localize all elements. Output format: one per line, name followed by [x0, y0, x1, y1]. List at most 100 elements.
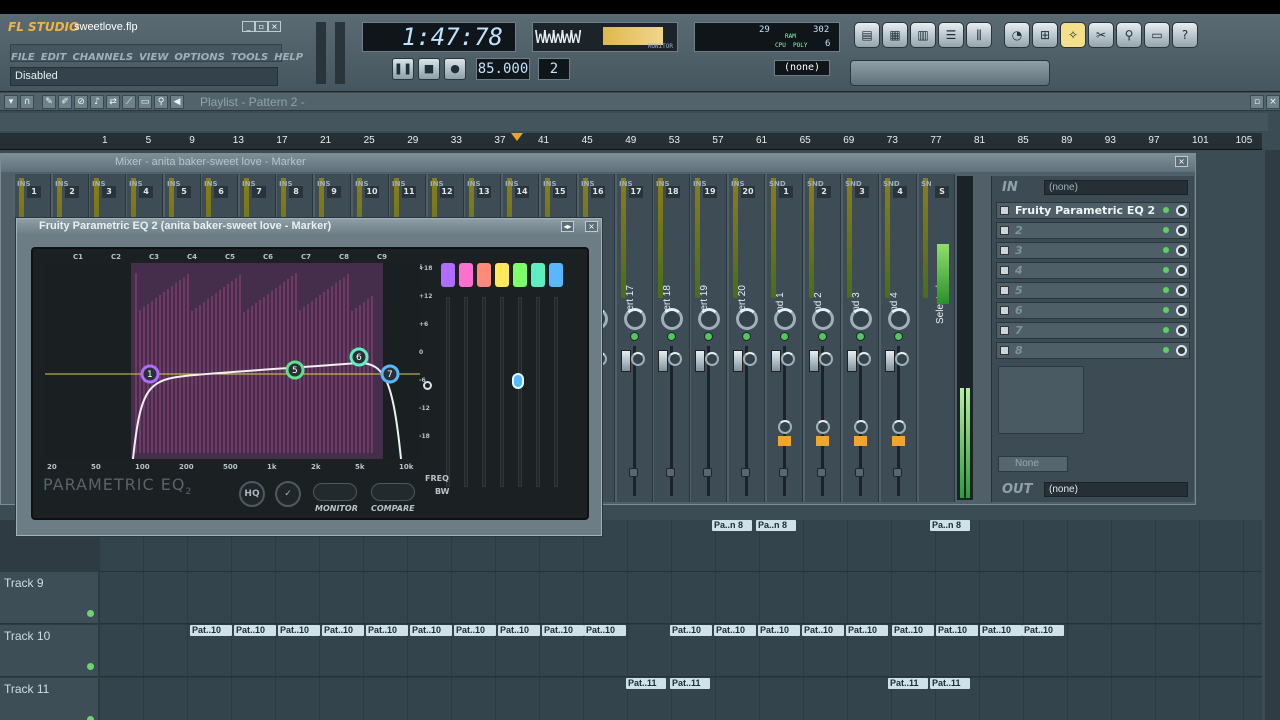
send-knob[interactable] [816, 420, 830, 434]
volume-fader[interactable] [885, 350, 895, 372]
browser-icon[interactable]: ☰ [938, 22, 964, 48]
pattern-clip[interactable]: Pat..10 [802, 625, 844, 636]
mixer-strip[interactable]: SND1Send 1 [767, 174, 803, 502]
strip-led[interactable] [856, 332, 865, 341]
slot-menu-icon[interactable] [1000, 326, 1009, 335]
strip-led[interactable] [630, 332, 639, 341]
stereo-knob[interactable] [705, 352, 719, 366]
slot-enable-led[interactable] [1163, 327, 1169, 333]
selected-strip[interactable]: S Selected [931, 174, 955, 502]
band-slider-track[interactable] [518, 297, 522, 487]
master-volume-slider[interactable] [316, 22, 326, 84]
browser-dropdown[interactable] [850, 60, 1050, 86]
menu-file[interactable]: FILE [11, 52, 35, 63]
send-knob[interactable] [854, 420, 868, 434]
strip-led[interactable] [818, 332, 827, 341]
eq-arrows-button[interactable]: ◂▸ [561, 221, 574, 232]
song-time-display[interactable]: 1:47:78 [362, 22, 516, 52]
restore-button[interactable]: ▫ [255, 21, 268, 32]
band-slider-track[interactable] [500, 297, 504, 487]
minimize-button[interactable]: _ [242, 21, 255, 32]
pan-knob[interactable] [624, 308, 646, 330]
slot-menu-icon[interactable] [1000, 286, 1009, 295]
paint-icon[interactable]: ✐ [58, 95, 72, 109]
volume-fader[interactable] [658, 350, 668, 372]
track-lane[interactable] [100, 572, 1262, 624]
notes-icon[interactable]: ▭ [1144, 22, 1170, 48]
band-freq-handle[interactable] [423, 381, 432, 390]
track-led[interactable] [87, 610, 94, 617]
band-slider-track[interactable] [554, 297, 558, 487]
arrow-icon[interactable]: ▾ [4, 95, 18, 109]
eq-title[interactable]: Fruity Parametric EQ 2 (anita baker-swee… [17, 219, 601, 236]
pattern-clip[interactable]: Pat..11 [930, 678, 970, 689]
lock-icon[interactable]: ✧ [1060, 22, 1086, 48]
volume-fader[interactable] [733, 350, 743, 372]
eq-mini-graph[interactable] [998, 366, 1084, 434]
route-button[interactable] [779, 468, 788, 477]
route-button[interactable] [817, 468, 826, 477]
pan-knob[interactable] [774, 308, 796, 330]
volume-fader[interactable] [695, 350, 705, 372]
output-select[interactable]: (none) [1044, 482, 1188, 497]
strip-led[interactable] [742, 332, 751, 341]
band-slider-track[interactable] [464, 297, 468, 487]
slip-icon[interactable]: ⇄ [106, 95, 120, 109]
help-icon[interactable]: ? [1172, 22, 1198, 48]
volume-fader[interactable] [847, 350, 857, 372]
menu-view[interactable]: VIEW [139, 52, 168, 63]
pattern-clip[interactable]: Pat..10 [670, 625, 712, 636]
pattern-clip[interactable]: Pat..10 [980, 625, 1022, 636]
tools-icon[interactable]: ✂ [1088, 22, 1114, 48]
slot-enable-led[interactable] [1163, 247, 1169, 253]
input-select[interactable]: (none) [1044, 180, 1188, 195]
band-button[interactable] [477, 263, 491, 287]
menu-help[interactable]: HELP [274, 52, 303, 63]
send-level[interactable] [778, 436, 791, 446]
slot-mix-knob[interactable] [1176, 345, 1187, 356]
playlist-view-icon[interactable]: ▤ [854, 22, 880, 48]
mixer-icon[interactable]: ⫼ [966, 22, 992, 48]
band-button[interactable] [495, 263, 509, 287]
close-button[interactable]: × [268, 21, 281, 32]
slot-enable-led[interactable] [1163, 207, 1169, 213]
eq-close-button[interactable]: × [585, 221, 598, 232]
pattern-clip[interactable]: Pat..11 [888, 678, 928, 689]
slot-mix-knob[interactable] [1176, 265, 1187, 276]
band-slider-handle[interactable] [512, 373, 524, 389]
pattern-clip[interactable]: Pat..11 [626, 678, 666, 689]
stereo-knob[interactable] [819, 352, 833, 366]
mixer-strip[interactable]: SND3Send 3 [843, 174, 879, 502]
slot-menu-icon[interactable] [1000, 246, 1009, 255]
cpu-icon[interactable]: ◔ [1004, 22, 1030, 48]
mute-icon[interactable]: ♪ [90, 95, 104, 109]
fx-slot[interactable]: 5 [996, 282, 1190, 299]
band-button[interactable] [549, 263, 563, 287]
pattern-clip[interactable]: Pat..10 [366, 625, 408, 636]
monitor-toggle[interactable] [313, 483, 357, 501]
mixer-strip[interactable]: INS 20 Insert 20 [729, 174, 765, 502]
fx-slot[interactable]: 2 [996, 222, 1190, 239]
send-level[interactable] [854, 436, 867, 446]
strip-led[interactable] [667, 332, 676, 341]
slot-mix-knob[interactable] [1176, 225, 1187, 236]
pattern-clip[interactable]: Pat..10 [846, 625, 888, 636]
band-slider-track[interactable] [536, 297, 540, 487]
slot-enable-led[interactable] [1163, 267, 1169, 273]
pattern-clip[interactable]: Pat..10 [542, 625, 584, 636]
band-button[interactable] [441, 263, 455, 287]
slot-enable-led[interactable] [1163, 287, 1169, 293]
stereo-knob[interactable] [857, 352, 871, 366]
playlist-vertical-scrollbar[interactable] [1265, 150, 1280, 720]
fx-slot[interactable]: 8 [996, 342, 1190, 359]
pattern-clip[interactable]: Pat..10 [714, 625, 756, 636]
slot-enable-led[interactable] [1163, 347, 1169, 353]
step-seq-icon[interactable]: ▦ [882, 22, 908, 48]
slot-menu-icon[interactable] [1000, 206, 1009, 215]
pattern-number[interactable]: 2 [538, 58, 570, 80]
pattern-clip[interactable]: Pa..n 8 [712, 520, 752, 531]
track-led[interactable] [87, 663, 94, 670]
pattern-clip[interactable]: Pat..10 [322, 625, 364, 636]
mixer-strip[interactable]: SND2Send 2 [805, 174, 841, 502]
band-button[interactable] [513, 263, 527, 287]
